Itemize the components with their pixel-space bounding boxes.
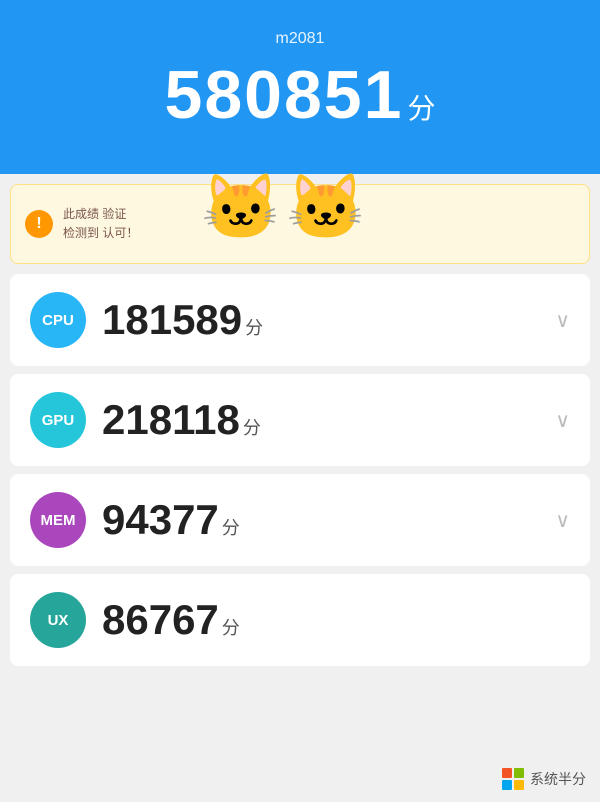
score-card-ux: UX 86767 分 [10,574,590,666]
warning-icon: ! [25,210,53,238]
win-green-square [514,768,524,778]
win-red-square [502,768,512,778]
badge-mem: MEM [30,492,86,548]
warning-banner: ! 此成绩 验证 检测到 认可！ 🐱 🐱 [10,184,590,264]
header-section: m2081 580851 分 [0,0,600,174]
score-fen-mem: 分 [222,514,240,540]
device-name: m2081 [20,30,580,48]
score-fen-ux: 分 [222,614,240,640]
badge-ux: UX [30,592,86,648]
badge-cpu: CPU [30,292,86,348]
score-card-mem[interactable]: MEM 94377 分 ∨ [10,474,590,566]
score-number-cpu: 181589 [102,296,242,344]
warning-text: 此成绩 验证 检测到 认可！ [63,205,575,243]
score-fen-cpu: 分 [245,314,263,340]
score-card-gpu[interactable]: GPU 218118 分 ∨ [10,374,590,466]
score-value-row-cpu: 181589 分 [102,296,555,344]
chevron-icon-gpu[interactable]: ∨ [555,408,570,433]
total-score: 580851 [165,56,404,134]
win-blue-square [502,780,512,790]
score-card-cpu[interactable]: CPU 181589 分 ∨ [10,274,590,366]
windows-logo-icon [502,768,524,790]
watermark-text: 系统半分 [530,769,586,789]
score-value-row-ux: 86767 分 [102,596,570,644]
chevron-icon-mem[interactable]: ∨ [555,508,570,533]
score-value-row-mem: 94377 分 [102,496,555,544]
score-cards-container: CPU 181589 分 ∨ GPU 218118 分 ∨ MEM 94377 … [10,274,590,666]
score-number-gpu: 218118 [102,396,240,444]
score-value-row-gpu: 218118 分 [102,396,555,444]
total-score-row: 580851 分 [20,56,580,134]
chevron-icon-cpu[interactable]: ∨ [555,308,570,333]
score-number-mem: 94377 [102,496,219,544]
score-number-ux: 86767 [102,596,219,644]
content-area: ! 此成绩 验证 检测到 认可！ 🐱 🐱 CPU 181589 分 ∨ GPU … [0,174,600,684]
score-fen-gpu: 分 [243,414,261,440]
win-yellow-square [514,780,524,790]
watermark: 系统半分 [502,768,586,790]
badge-gpu: GPU [30,392,86,448]
total-score-unit: 分 [407,87,435,127]
